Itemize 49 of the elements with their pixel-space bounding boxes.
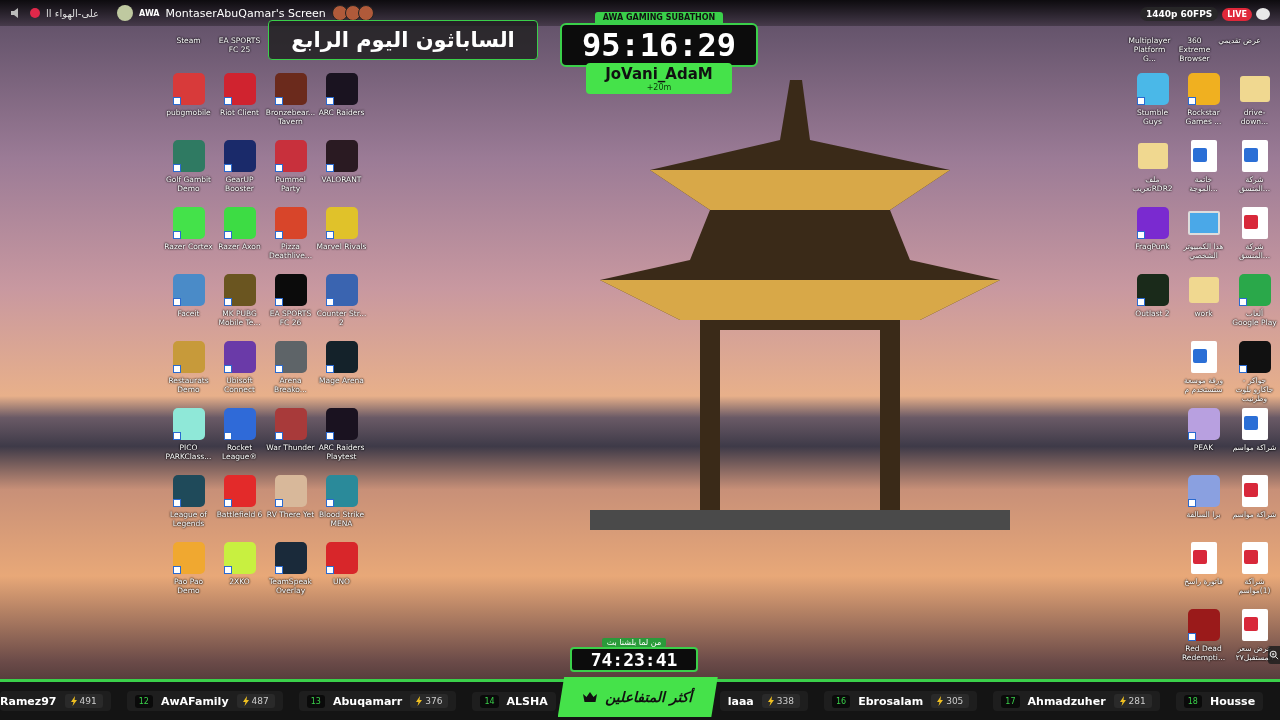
crown-icon [583, 692, 598, 702]
username: AwAFamily [160, 694, 229, 708]
rank-number: 17 [1001, 694, 1020, 708]
document-icon [1241, 408, 1268, 440]
rank-number: 18 [1183, 694, 1202, 708]
pdf-file-icon [1241, 475, 1268, 507]
supporter-name: JoVani_AdaM [605, 65, 713, 83]
score-pill: 338 [761, 694, 800, 708]
rank-number: 12 [134, 694, 153, 708]
lightning-icon [70, 696, 77, 706]
lightning-icon [1119, 696, 1126, 706]
username: ALSHA [506, 694, 548, 708]
pdf-file-icon [1241, 609, 1268, 641]
screen-share-title: MontaserAbuQamar's Screen [165, 6, 326, 20]
leaderboard-title: أكثر المتفاعلين [605, 689, 693, 705]
username: Ramez97 [0, 694, 57, 708]
score-pill: 376 [410, 694, 449, 708]
score-pill: 491 [64, 694, 103, 708]
username: Housse [1209, 694, 1256, 708]
pdf-file-icon [1190, 542, 1217, 574]
banner-title: الساباثون اليوم الرابع [291, 28, 515, 52]
subathon-timer: 95:16:29 [560, 23, 758, 67]
document-icon [1241, 140, 1268, 172]
quality-badge: 1440p 60FPS [1139, 7, 1219, 21]
rank-number: 16 [831, 694, 851, 708]
score-pill: 487 [236, 694, 275, 708]
lightning-icon [767, 696, 774, 706]
timer-label: من لما بلشنا بث [601, 638, 667, 647]
clan-tag: AWA [139, 8, 160, 18]
pdf-file-icon [1241, 207, 1268, 239]
pdf-file-icon [1241, 542, 1268, 574]
recording-dot-icon [30, 8, 40, 18]
rank-number: 13 [306, 694, 325, 708]
username: Ebrosalam [858, 694, 924, 708]
live-status: على-الهواء اا [46, 7, 100, 19]
time-added: +20m [646, 83, 672, 92]
lightning-icon [937, 696, 944, 706]
score-pill: 305 [931, 694, 970, 708]
document-icon [1190, 140, 1217, 172]
username: laaa [727, 694, 754, 708]
stream-uptime: 74:23:41 [570, 647, 698, 672]
lightning-icon [242, 696, 249, 706]
subathon-header: AWA GAMING SUBATHON [594, 12, 724, 23]
score-pill: 281 [1113, 694, 1152, 708]
rank-number: 14 [480, 694, 499, 708]
username: Abuqamarr [332, 694, 403, 708]
username: Ahmadzuher [1027, 694, 1106, 708]
lightning-icon [416, 696, 423, 706]
document-icon [1190, 341, 1217, 373]
